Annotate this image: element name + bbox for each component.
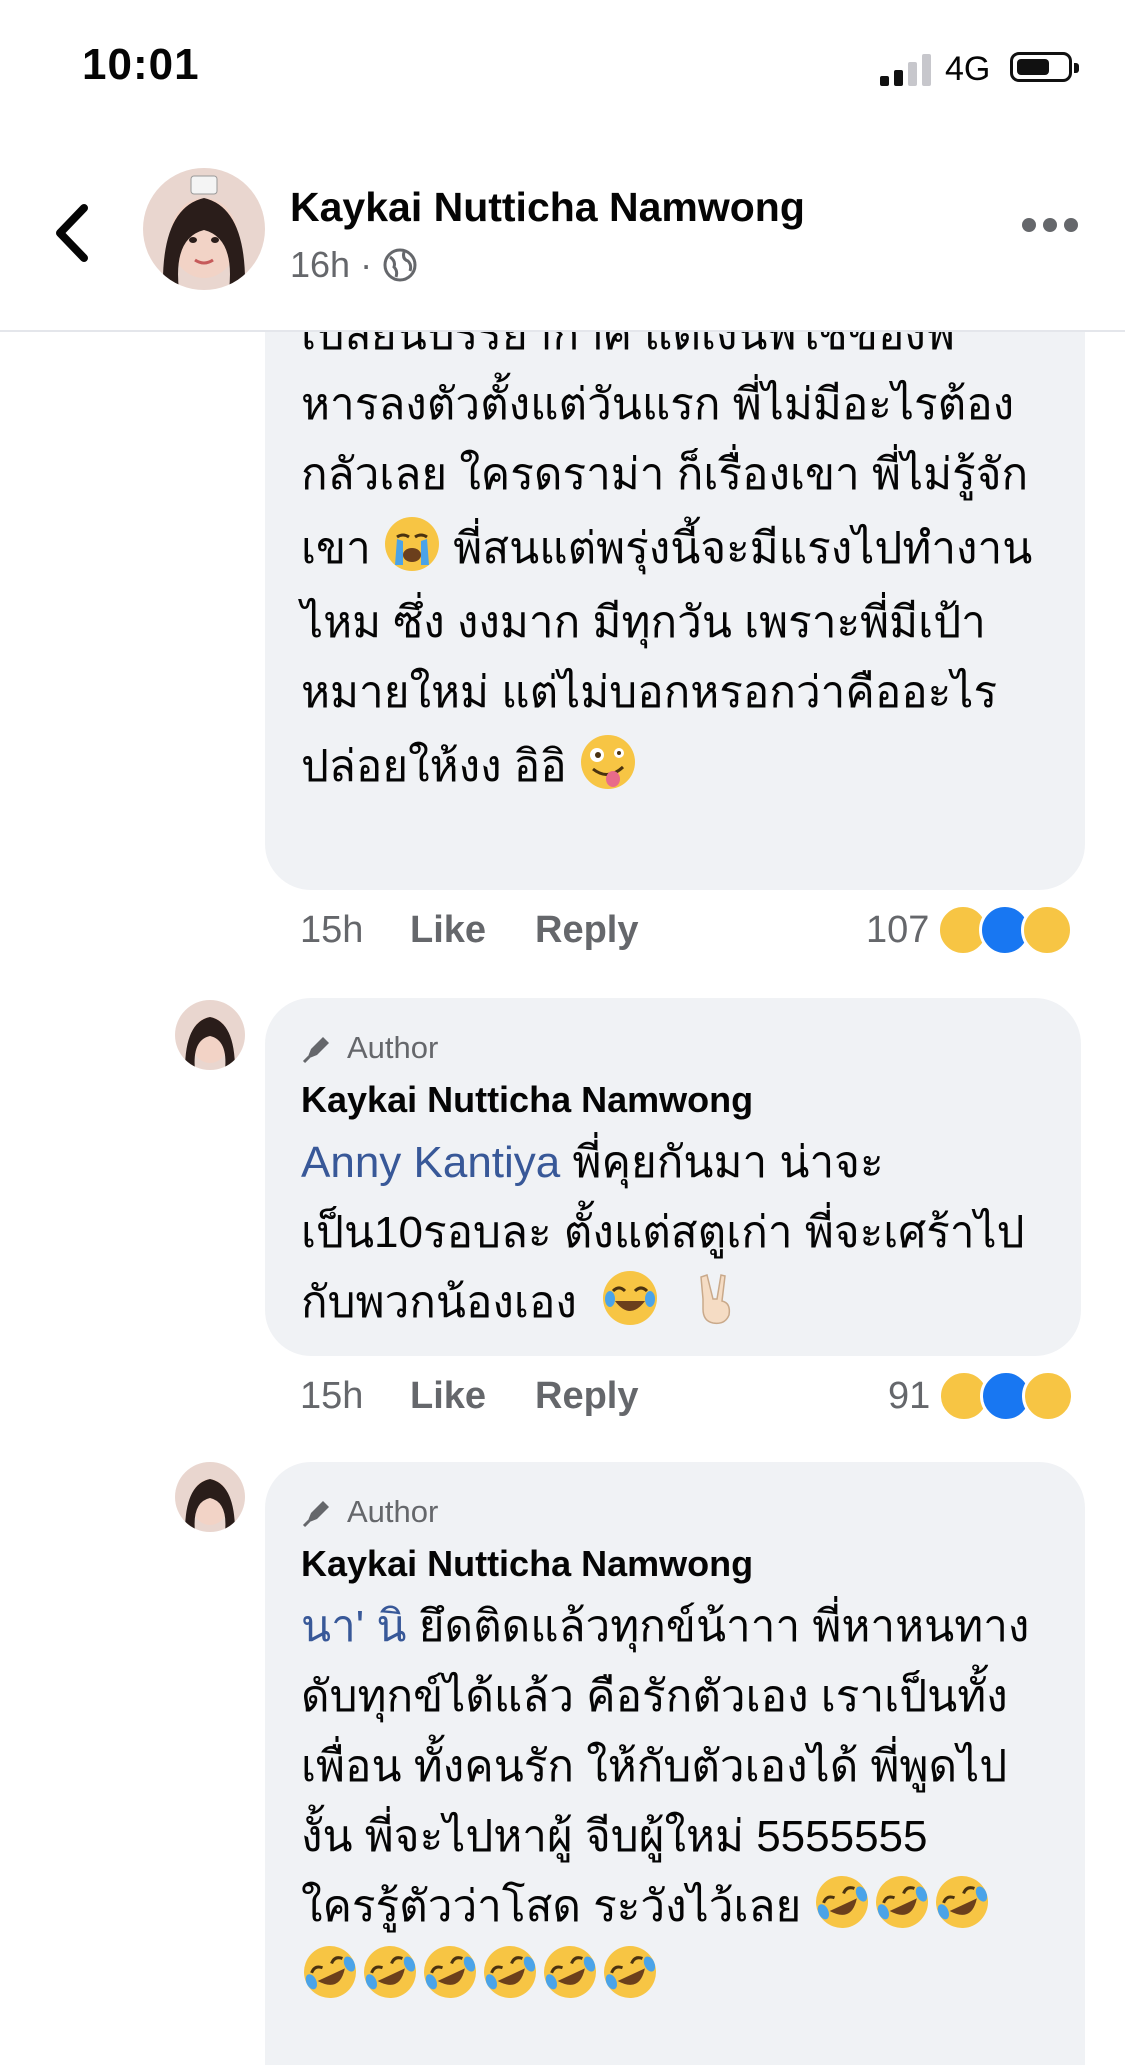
reaction-count: 107 bbox=[866, 908, 930, 951]
comment-bubble: Author Kaykai Nutticha Namwong Anny Kant… bbox=[265, 998, 1081, 1356]
rolling-on-the-floor-laughing-icon bbox=[604, 1946, 656, 1998]
post-header: Kaykai Nutticha Namwong 16h · bbox=[0, 140, 1125, 332]
comment-line: กับพวกน้องเอง bbox=[301, 1268, 1045, 1338]
loudly-crying-face-icon bbox=[385, 517, 440, 571]
comment-text: กับพวกน้องเอง bbox=[301, 1278, 577, 1327]
comment-text: ใครรู้ตัวว่าโสด ระวังไว้เลย bbox=[301, 1882, 802, 1931]
victory-hand-icon bbox=[700, 1274, 731, 1325]
cellular-signal-icon bbox=[880, 52, 934, 86]
comment-time: 15h bbox=[300, 1374, 364, 1417]
zany-face-icon bbox=[580, 735, 635, 789]
comment-bubble: Author Kaykai Nutticha Namwong นา' นิ ยึ… bbox=[265, 1462, 1085, 2065]
author-avatar[interactable] bbox=[143, 168, 265, 290]
comment-text: พี่คุยกันมา น่าจะ bbox=[560, 1138, 884, 1187]
comment-actions: 15h Like Reply bbox=[300, 900, 638, 960]
comment-bubble: เปลี่ยนบรรยากาศ แต่เงินพี่ใช้ของพี่ หารล… bbox=[265, 280, 1085, 890]
comment-line: ไหม ซึ่ง งงมาก มีทุกวัน เพราะพี่มีเป้า bbox=[301, 598, 986, 647]
comment-text: พี่สนแต่พรุ่งนี้จะมีแรงไปทำงาน bbox=[453, 524, 1033, 573]
comment-actions: 15h Like Reply bbox=[300, 1366, 638, 1426]
comment-line: นา' นิ ยึดติดแล้วทุกข์น้าาา พี่หาหนทาง bbox=[301, 1592, 1049, 1662]
face-with-tears-of-joy-icon bbox=[603, 1271, 658, 1325]
status-time: 10:01 bbox=[82, 40, 200, 89]
comment-line: หารลงตัวตั้งแต่วันแรก พี่ไม่มีอะไรต้อง bbox=[301, 380, 1015, 429]
comment-line: ปล่อยให้งง อิอิ bbox=[301, 728, 1071, 806]
reply-button[interactable]: Reply bbox=[535, 909, 638, 952]
battery-icon bbox=[1010, 52, 1079, 82]
comment-line: ใครรู้ตัวว่าโสด ระวังไว้เลย bbox=[301, 1872, 1049, 1942]
author-badge: Author bbox=[301, 1024, 1045, 1072]
like-button[interactable]: Like bbox=[410, 909, 535, 952]
care-reaction-icon bbox=[1021, 904, 1074, 956]
comment-line bbox=[301, 1942, 1049, 2012]
comment-line: หมายใหม่ แต่ไม่บอกหรอกว่าคืออะไร bbox=[301, 668, 998, 717]
rolling-on-the-floor-laughing-icon bbox=[424, 1946, 476, 1998]
mention-link[interactable]: นา' นิ bbox=[301, 1602, 407, 1651]
post-age: 16h bbox=[290, 244, 351, 285]
comment-line: Anny Kantiya พี่คุยกันมา น่าจะ bbox=[301, 1128, 1045, 1198]
comment-line: เป็น10รอบละ ตั้งแต่สตูเก่า พี่จะเศร้าไป bbox=[301, 1208, 1025, 1257]
post-meta: 16h · bbox=[290, 244, 418, 286]
comment-line: งั้น พี่จะไปหาผู้ จีบผู้ใหม่ 5555555 bbox=[301, 1812, 928, 1861]
author-name[interactable]: Kaykai Nutticha Namwong bbox=[290, 184, 805, 231]
pen-icon bbox=[302, 1037, 329, 1064]
comment-line: กลัวเลย ใครดราม่า ก็เรื่องเขา พี่ไม่รู้จ… bbox=[301, 450, 1029, 499]
status-bar: 10:01 4G bbox=[0, 0, 1125, 140]
comment-text: เขา bbox=[301, 524, 371, 573]
rolling-on-the-floor-laughing-icon bbox=[484, 1946, 536, 1998]
comment-time: 15h bbox=[300, 908, 364, 951]
reply-button[interactable]: Reply bbox=[535, 1375, 638, 1418]
rolling-on-the-floor-laughing-icon bbox=[936, 1876, 989, 1928]
comment-line: เขา พี่สนแต่พรุ่งนี้จะมีแรงไปทำงาน bbox=[301, 510, 1071, 588]
globe-icon bbox=[383, 248, 417, 282]
rolling-on-the-floor-laughing-icon bbox=[364, 1946, 416, 1998]
rolling-on-the-floor-laughing-icon bbox=[304, 1946, 356, 1998]
rolling-on-the-floor-laughing-icon bbox=[876, 1876, 929, 1928]
rolling-on-the-floor-laughing-icon bbox=[816, 1876, 869, 1928]
emoji-group bbox=[813, 1876, 993, 1931]
comment-avatar[interactable] bbox=[175, 1462, 245, 1532]
comment-text: ยึดติดแล้วทุกข์น้าาา พี่หาหนทาง bbox=[406, 1602, 1030, 1651]
comment-text: ปล่อยให้งง อิอิ bbox=[301, 742, 567, 791]
commenter-name[interactable]: Kaykai Nutticha Namwong bbox=[301, 1072, 1045, 1128]
comment-line: ดับทุกข์ได้แล้ว คือรักตัวเอง เราเป็นทั้ง bbox=[301, 1672, 1008, 1721]
network-type: 4G bbox=[945, 50, 991, 88]
reaction-summary[interactable]: 107 bbox=[866, 900, 1074, 960]
rolling-on-the-floor-laughing-icon bbox=[544, 1946, 596, 1998]
mention-link[interactable]: Anny Kantiya bbox=[301, 1138, 560, 1187]
author-badge-label: Author bbox=[347, 1494, 439, 1529]
pen-icon bbox=[302, 1501, 329, 1528]
more-horizontal-icon[interactable] bbox=[1022, 218, 1078, 234]
meta-dot: · bbox=[360, 244, 373, 285]
comment-line: เพื่อน ทั้งคนรัก ให้กับตัวเองได้ พี่พูดไ… bbox=[301, 1742, 1008, 1791]
comment-avatar[interactable] bbox=[175, 1000, 245, 1070]
care-reaction-icon bbox=[1022, 1370, 1075, 1422]
reaction-count: 91 bbox=[888, 1374, 931, 1417]
author-badge-label: Author bbox=[347, 1030, 439, 1065]
author-badge: Author bbox=[301, 1488, 1049, 1536]
reaction-summary[interactable]: 91 bbox=[888, 1366, 1075, 1426]
commenter-name[interactable]: Kaykai Nutticha Namwong bbox=[301, 1536, 1049, 1592]
like-button[interactable]: Like bbox=[410, 1375, 535, 1418]
chevron-left-icon[interactable] bbox=[50, 198, 94, 268]
